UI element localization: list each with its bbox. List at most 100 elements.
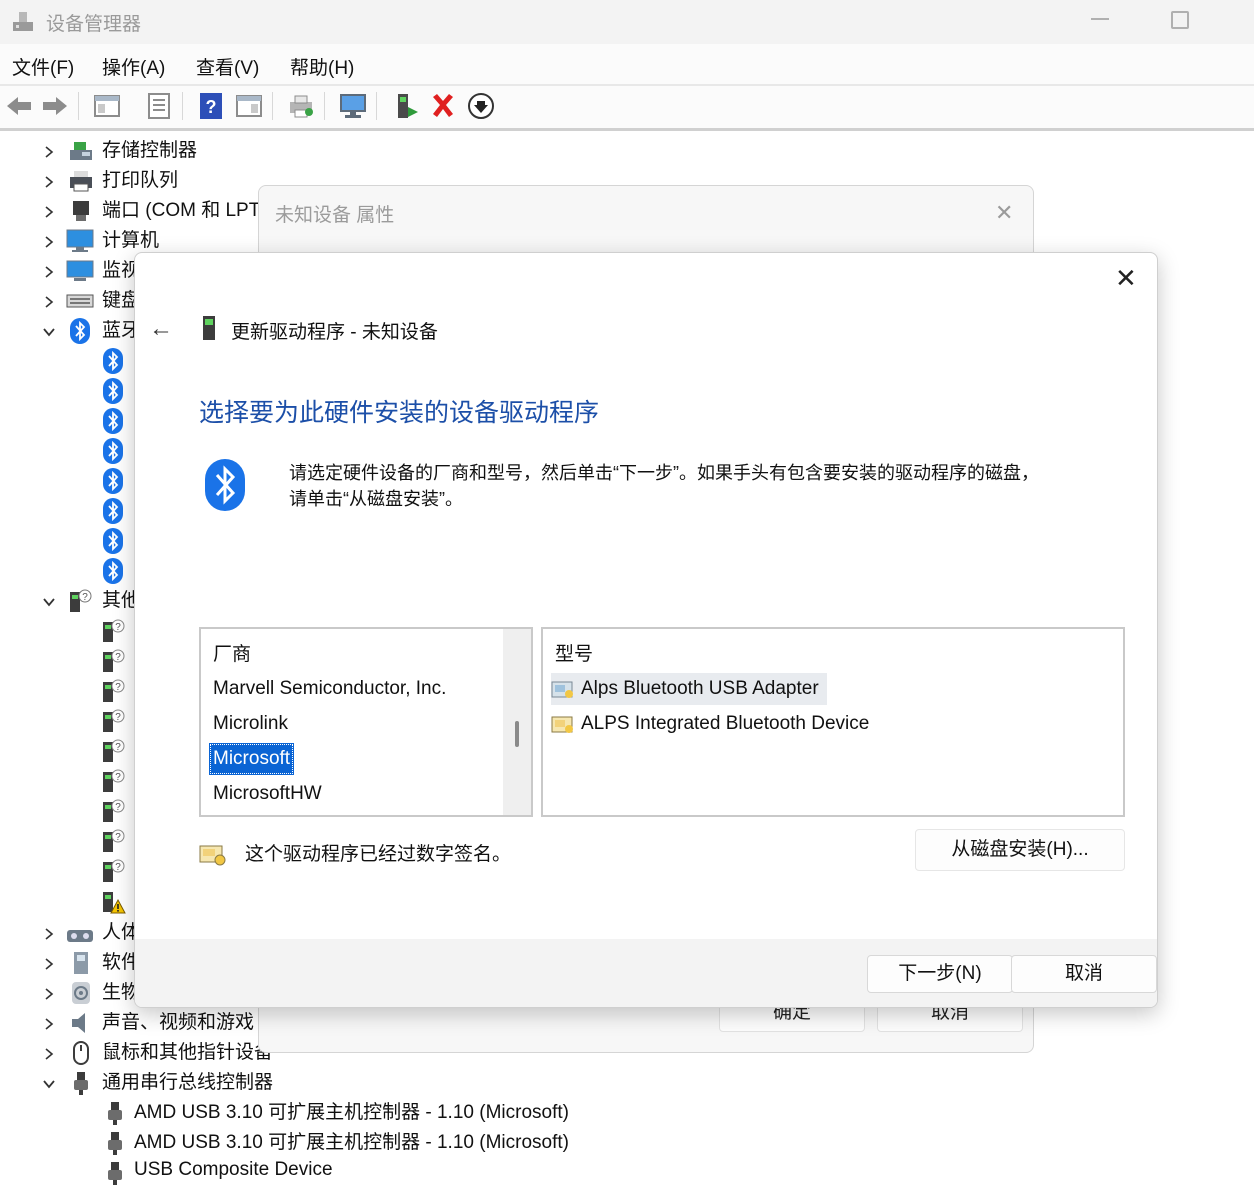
unknown-device-icon[interactable]: ? <box>100 738 126 764</box>
download-icon[interactable] <box>466 91 496 121</box>
mouse-icon <box>68 1040 94 1066</box>
svg-text:?: ? <box>115 622 121 633</box>
storage-controller-icon <box>68 138 94 164</box>
bluetooth-icon[interactable] <box>103 558 123 584</box>
port-icon <box>68 198 94 224</box>
unknown-device-icon[interactable]: ? <box>100 858 126 884</box>
unknown-device-icon: ? <box>66 588 92 614</box>
list-item-selected[interactable]: Microsoft <box>209 743 295 775</box>
tree-item-usb-host-controller[interactable]: AMD USB 3.10 可扩展主机控制器 - 1.10 (Microsoft) <box>134 1098 569 1128</box>
unknown-device-icon[interactable]: ? <box>100 648 126 674</box>
menu-file[interactable]: 文件(F) <box>12 53 74 80</box>
unknown-device-icon[interactable]: ? <box>100 708 126 734</box>
chevron-down-icon[interactable] <box>42 325 56 339</box>
chevron-right-icon[interactable] <box>42 145 56 159</box>
chevron-right-icon[interactable] <box>42 927 56 941</box>
chevron-right-icon[interactable] <box>42 295 56 309</box>
chevron-right-icon[interactable] <box>42 235 56 249</box>
tree-item-usb-controllers[interactable]: 通用串行总线控制器 <box>102 1068 273 1098</box>
have-disk-button[interactable]: 从磁盘安装(H)... <box>915 829 1125 871</box>
bluetooth-icon[interactable] <box>103 528 123 554</box>
chevron-right-icon[interactable] <box>42 265 56 279</box>
chevron-down-icon[interactable] <box>42 595 56 609</box>
update-driver-icon[interactable] <box>390 91 420 121</box>
unknown-device-icon[interactable]: ? <box>100 618 126 644</box>
bluetooth-icon[interactable] <box>103 408 123 434</box>
list-item[interactable]: Marvell Semiconductor, Inc. <box>213 673 446 705</box>
scan-hardware-icon[interactable] <box>338 91 368 121</box>
bluetooth-icon[interactable] <box>103 378 123 404</box>
chevron-right-icon[interactable] <box>42 1047 56 1061</box>
chevron-right-icon[interactable] <box>42 957 56 971</box>
menu-action[interactable]: 操作(A) <box>102 53 165 80</box>
menu-bar: 文件(F) 操作(A) 查看(V) 帮助(H) <box>0 44 1254 86</box>
maximize-button[interactable] <box>1171 11 1189 29</box>
minimize-button[interactable] <box>1091 18 1109 20</box>
scrollbar-thumb[interactable] <box>515 721 519 747</box>
update-driver-wizard: ✕ ← 更新驱动程序 - 未知设备 选择要为此硬件安装的设备驱动程序 请选定硬件… <box>134 252 1158 1008</box>
svg-text:?: ? <box>115 832 121 843</box>
tree-item-sound[interactable]: 声音、视频和游戏 <box>102 1008 254 1038</box>
list-item[interactable]: MicrosoftHW <box>213 778 322 810</box>
bluetooth-icon[interactable] <box>103 438 123 464</box>
tree-item-storage-controllers[interactable]: 存储控制器 <box>102 136 197 166</box>
chevron-right-icon[interactable] <box>42 987 56 1001</box>
unknown-device-icon[interactable]: ? <box>100 678 126 704</box>
tree-item-ports[interactable]: 端口 (COM 和 LPT <box>102 196 260 226</box>
chevron-right-icon[interactable] <box>42 205 56 219</box>
cancel-button[interactable]: 取消 <box>1011 955 1157 993</box>
chevron-right-icon[interactable] <box>42 1017 56 1031</box>
close-icon[interactable]: ✕ <box>995 200 1013 226</box>
keyboard-icon <box>66 288 94 314</box>
svg-text:?: ? <box>115 862 121 873</box>
usb-icon <box>102 1160 128 1186</box>
list-item[interactable]: Microlink <box>213 708 288 740</box>
warning-device-icon[interactable] <box>100 888 126 914</box>
print-icon[interactable] <box>286 91 316 121</box>
properties-dialog-title: 未知设备 属性 <box>275 205 395 226</box>
uninstall-device-icon[interactable] <box>428 91 458 121</box>
driver-icon <box>551 678 575 700</box>
menu-help[interactable]: 帮助(H) <box>290 53 354 80</box>
manufacturer-list[interactable]: 厂商 Marvell Semiconductor, Inc. Microlink… <box>199 627 533 817</box>
manufacturer-scrollbar[interactable] <box>503 629 531 815</box>
tree-item-print-queues[interactable]: 打印队列 <box>102 166 178 196</box>
tree-item-mice[interactable]: 鼠标和其他指针设备 <box>102 1038 273 1068</box>
svg-text:?: ? <box>115 802 121 813</box>
unknown-device-icon[interactable]: ? <box>100 828 126 854</box>
hid-icon <box>66 920 93 946</box>
unknown-device-icon[interactable]: ? <box>100 798 126 824</box>
forward-arrow-icon[interactable] <box>40 91 70 121</box>
bluetooth-icon[interactable] <box>103 348 123 374</box>
usb-icon <box>68 1070 94 1096</box>
printer-icon <box>68 168 94 194</box>
properties-icon[interactable] <box>144 91 174 121</box>
model-list[interactable]: 型号 Alps Bluetooth USB Adapter ALPS Integ… <box>541 627 1125 817</box>
bluetooth-icon <box>205 459 245 511</box>
tree-item-usb-composite-device[interactable]: USB Composite Device <box>134 1155 333 1185</box>
driver-icon <box>551 713 575 735</box>
list-item[interactable]: ALPS Integrated Bluetooth Device <box>551 708 869 740</box>
close-icon[interactable]: ✕ <box>1115 263 1137 294</box>
help-icon[interactable]: ? <box>196 91 226 121</box>
wizard-heading: 选择要为此硬件安装的设备驱动程序 <box>199 399 600 427</box>
show-hide-console-tree-icon[interactable] <box>92 91 122 121</box>
back-arrow-icon[interactable] <box>4 91 34 121</box>
software-device-icon <box>68 950 94 976</box>
next-button[interactable]: 下一步(N) <box>867 955 1013 993</box>
model-list-header: 型号 <box>555 644 594 665</box>
svg-text:?: ? <box>115 772 121 783</box>
model-label: Alps Bluetooth USB Adapter <box>581 678 819 699</box>
back-arrow-icon[interactable]: ← <box>149 315 173 343</box>
list-item[interactable]: Alps Bluetooth USB Adapter <box>551 673 827 705</box>
action-pane-icon[interactable] <box>234 91 264 121</box>
bluetooth-icon[interactable] <box>103 498 123 524</box>
chevron-right-icon[interactable] <box>42 175 56 189</box>
bluetooth-icon[interactable] <box>103 468 123 494</box>
unknown-device-icon[interactable]: ? <box>100 768 126 794</box>
tree-item-usb-host-controller[interactable]: AMD USB 3.10 可扩展主机控制器 - 1.10 (Microsoft) <box>134 1128 569 1158</box>
toolbar: ? <box>0 86 1254 131</box>
signed-driver-text: 这个驱动程序已经过数字签名。 <box>245 844 512 865</box>
chevron-down-icon[interactable] <box>42 1077 56 1091</box>
menu-view[interactable]: 查看(V) <box>196 53 259 80</box>
